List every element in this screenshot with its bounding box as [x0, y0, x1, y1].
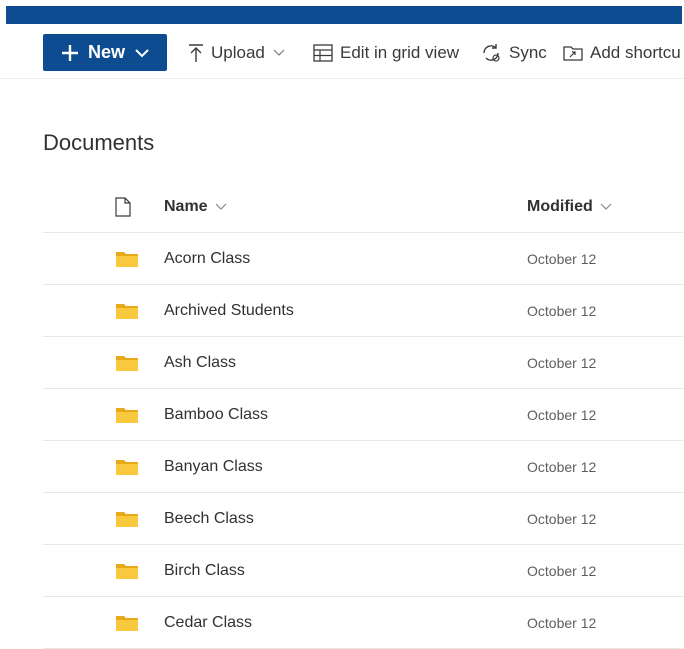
list-item-modified: October 12 — [527, 615, 597, 631]
list-item-name[interactable]: Ash Class — [164, 337, 236, 389]
folder-icon — [116, 356, 138, 371]
chevron-down-icon — [600, 203, 612, 210]
sync-icon — [483, 43, 500, 62]
list-item-name[interactable]: Cedar Class — [164, 597, 252, 649]
list-item[interactable]: Ash Class October 12 — [43, 337, 683, 389]
list-item-name[interactable]: Acorn Class — [164, 233, 250, 285]
list-item-modified: October 12 — [527, 251, 597, 267]
add-shortcut-label: Add shortcu — [590, 42, 681, 62]
list-item-name[interactable]: Bamboo Class — [164, 389, 268, 441]
list-item-name[interactable]: Banyan Class — [164, 441, 263, 493]
plus-icon — [62, 44, 78, 61]
chevron-down-icon — [135, 48, 149, 57]
document-list: Name Modified Acorn Class October 12 Arc… — [43, 181, 683, 649]
file-type-header[interactable] — [115, 181, 131, 233]
folder-icon — [116, 304, 138, 319]
grid-view-icon — [313, 43, 333, 62]
column-header-name-label: Name — [164, 198, 208, 215]
list-item[interactable]: Birch Class October 12 — [43, 545, 683, 597]
folder-icon — [116, 408, 138, 423]
command-bar: New Upload Edit in grid view Sync Add sh… — [0, 24, 684, 79]
edit-in-grid-view-button[interactable]: Edit in grid view — [313, 34, 459, 71]
file-type-icon — [115, 197, 131, 217]
upload-button[interactable]: Upload — [188, 34, 285, 71]
add-shortcut-button[interactable]: Add shortcu — [563, 34, 681, 71]
folder-icon — [116, 512, 138, 527]
list-item-name[interactable]: Archived Students — [164, 285, 294, 337]
upload-icon — [189, 43, 203, 62]
chevron-down-icon — [215, 203, 227, 210]
folder-icon — [116, 616, 138, 631]
list-item[interactable]: Cedar Class October 12 — [43, 597, 683, 649]
column-header-name[interactable]: Name — [164, 181, 227, 233]
upload-label: Upload — [211, 42, 265, 62]
chevron-down-icon — [273, 49, 285, 56]
list-item-modified: October 12 — [527, 459, 597, 475]
column-header-modified[interactable]: Modified — [527, 181, 612, 233]
list-item[interactable]: Bamboo Class October 12 — [43, 389, 683, 441]
edit-in-grid-view-label: Edit in grid view — [340, 42, 460, 62]
folder-icon — [116, 564, 138, 579]
list-item-name[interactable]: Birch Class — [164, 545, 245, 597]
list-item-modified: October 12 — [527, 563, 597, 579]
add-shortcut-icon — [563, 45, 583, 61]
list-item-modified: October 12 — [527, 303, 597, 319]
list-item-modified: October 12 — [527, 511, 597, 527]
list-header-row: Name Modified — [43, 181, 683, 233]
list-item[interactable]: Banyan Class October 12 — [43, 441, 683, 493]
list-item[interactable]: Beech Class October 12 — [43, 493, 683, 545]
list-item-name[interactable]: Beech Class — [164, 493, 254, 545]
sync-button[interactable]: Sync — [480, 34, 547, 71]
list-item-modified: October 12 — [527, 355, 597, 371]
new-button-label: New — [88, 42, 126, 62]
top-banner — [6, 6, 682, 24]
sync-label: Sync — [509, 42, 547, 62]
list-item[interactable]: Acorn Class October 12 — [43, 233, 683, 285]
list-item-modified: October 12 — [527, 407, 597, 423]
list-item[interactable]: Archived Students October 12 — [43, 285, 683, 337]
page-title: Documents — [43, 130, 155, 155]
folder-icon — [116, 252, 138, 267]
new-button[interactable]: New — [43, 34, 167, 71]
column-header-modified-label: Modified — [527, 198, 593, 215]
folder-icon — [116, 460, 138, 475]
